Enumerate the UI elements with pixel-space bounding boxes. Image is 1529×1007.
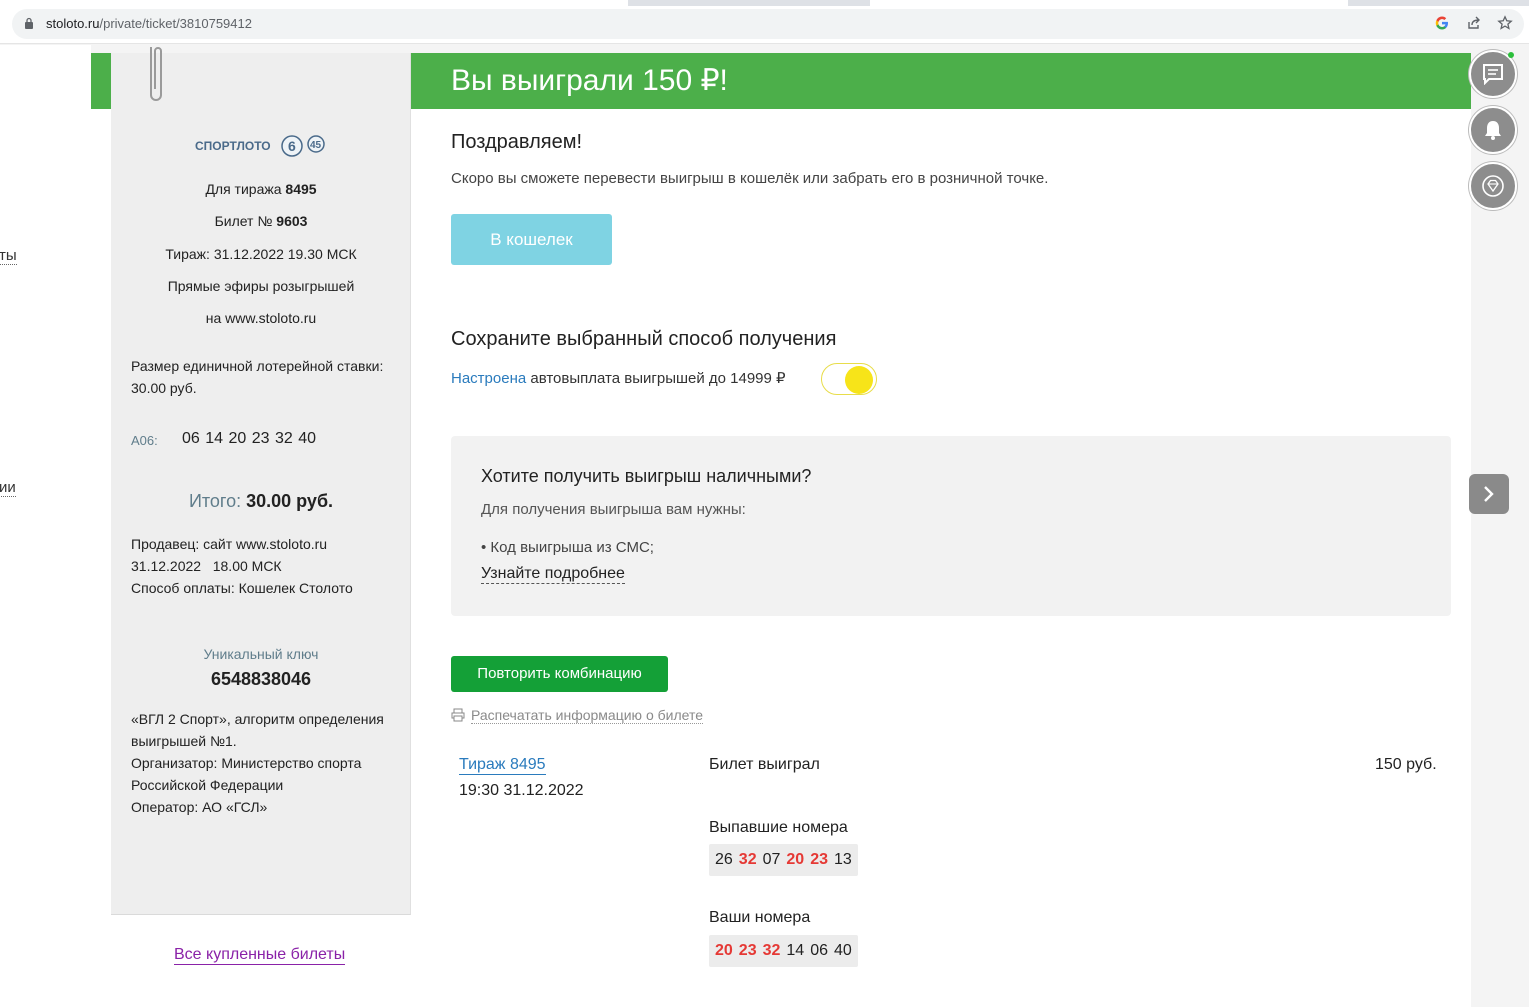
- unique-key: 6548838046: [210, 669, 312, 689]
- sportloto-logo: СПОРТЛОТО 6 45: [195, 135, 325, 157]
- online-indicator: [1508, 52, 1514, 58]
- tab-inactive[interactable]: [870, 0, 1348, 6]
- ball-number: 06: [810, 942, 828, 959]
- congrats-heading: Поздравляем!: [451, 131, 583, 153]
- learn-more-link[interactable]: Узнайте подробнее: [481, 565, 625, 584]
- diamond-icon: [1482, 175, 1504, 197]
- ball-number-hit: 20: [786, 851, 805, 868]
- ball-number: 40: [833, 942, 852, 959]
- your-numbers: 20 23 32 14 06 40: [709, 935, 858, 967]
- bonus-button[interactable]: [1469, 162, 1517, 210]
- share-icon[interactable]: [1466, 15, 1482, 31]
- paperclip-icon: [150, 47, 162, 101]
- ball-number-hit: 23: [738, 942, 757, 959]
- ticket-stake: Размер единичной лотерейной ставки: 30.0…: [131, 358, 384, 396]
- save-method-heading: Сохраните выбранный способ получения: [451, 328, 837, 350]
- ticket-card: СПОРТЛОТО 6 45 Для тиража 8495 Билет № 9…: [111, 47, 411, 915]
- bookmark-star-icon[interactable]: [1497, 15, 1513, 31]
- to-wallet-button[interactable]: В кошелек: [451, 214, 612, 265]
- ball-number-hit: 20: [715, 942, 733, 959]
- printer-icon: [451, 708, 465, 722]
- ticket-number-line: Билет № 9603: [214, 213, 308, 229]
- dropped-numbers: 26 32 07 20 23 13: [709, 844, 858, 876]
- combination-numbers: 06 14 20 23 32 40: [182, 430, 317, 447]
- cash-info-box: Хотите получить выигрыш наличными? Для п…: [451, 436, 1451, 616]
- chat-icon: [1483, 64, 1503, 85]
- print-ticket-link[interactable]: Распечатать информацию о билете: [451, 707, 703, 724]
- chevron-right-icon: [1484, 486, 1494, 502]
- ticket-draw-datetime: Тираж: 31.12.2022 19.30 МСК: [165, 246, 357, 262]
- ball-number-hit: 32: [762, 942, 781, 959]
- ticket-total: Итого: 30.00 руб.: [188, 491, 334, 511]
- congrats-subtitle: Скоро вы сможете перевести выигрыш в кош…: [451, 170, 1049, 187]
- ticket-page: Вы выиграли 150 ₽! СПОРТЛОТО 6 45 Для ти…: [91, 47, 1471, 1007]
- ball-number: 13: [833, 851, 852, 868]
- svg-text:СПОРТЛОТО: СПОРТЛОТО: [195, 139, 271, 153]
- browser-toolbar: stoloto.ru/private/ticket/3810759412: [0, 0, 1529, 44]
- autopay-text: Настроена автовыплата выигрышей до 14999…: [451, 370, 786, 387]
- ball-number: 26: [715, 851, 733, 868]
- draw-link[interactable]: Тираж 8495: [459, 756, 546, 775]
- ball-number: 14: [786, 942, 805, 959]
- ball-number-hit: 23: [810, 851, 828, 868]
- sidebar-fragment[interactable]: ты: [0, 247, 17, 265]
- unique-key-label: Уникальный ключ: [203, 646, 319, 662]
- toggle-knob: [845, 366, 873, 394]
- lock-icon[interactable]: [24, 17, 34, 29]
- cash-heading: Хотите получить выигрыш наличными?: [481, 466, 812, 486]
- your-numbers-label: Ваши номера: [709, 909, 811, 926]
- cash-requirement: • Код выигрыша из СМС;: [481, 539, 654, 556]
- tab-active[interactable]: [0, 0, 628, 6]
- google-icon[interactable]: [1434, 15, 1450, 31]
- cash-intro: Для получения выигрыша вам нужны:: [481, 501, 746, 518]
- dropped-numbers-label: Выпавшие номера: [709, 819, 848, 836]
- autopay-toggle[interactable]: [821, 363, 877, 395]
- all-tickets-link[interactable]: Все купленные билеты: [174, 946, 346, 965]
- next-arrow-button[interactable]: [1469, 474, 1509, 514]
- ticket-seller: Продавец: сайт www.stoloto.ru 31.12.2022…: [131, 536, 353, 596]
- ticket-draw-line: Для тиража 8495: [205, 181, 317, 197]
- ticket-live-site: на www.stoloto.ru: [205, 310, 317, 326]
- draw-time: 19:30 31.12.2022: [459, 782, 584, 799]
- svg-text:45: 45: [310, 140, 322, 151]
- repeat-combination-button[interactable]: Повторить комбинацию: [451, 656, 668, 692]
- left-sidebar-partial: ты ии: [0, 45, 91, 1007]
- ticket-legal: «ВГЛ 2 Спорт», алгоритм определения выиг…: [131, 711, 384, 815]
- combination-label: А06:: [131, 433, 158, 448]
- ticket-live-line: Прямые эфиры розыгрышей: [167, 278, 355, 294]
- autopay-settings-link[interactable]: Настроена: [451, 370, 526, 387]
- ball-number: 07: [762, 851, 781, 868]
- win-title: Вы выиграли 150 ₽!: [451, 64, 728, 97]
- bell-icon: [1485, 121, 1501, 140]
- tab-strip: [0, 0, 1529, 6]
- prize-amount: 150 руб.: [1375, 756, 1437, 773]
- ball-number-hit: 32: [738, 851, 757, 868]
- url-text[interactable]: stoloto.ru/private/ticket/3810759412: [46, 16, 252, 31]
- ticket-status: Билет выиграл: [709, 756, 820, 773]
- svg-text:6: 6: [288, 138, 296, 154]
- notifications-button[interactable]: [1469, 106, 1517, 154]
- sidebar-fragment[interactable]: ии: [0, 479, 16, 497]
